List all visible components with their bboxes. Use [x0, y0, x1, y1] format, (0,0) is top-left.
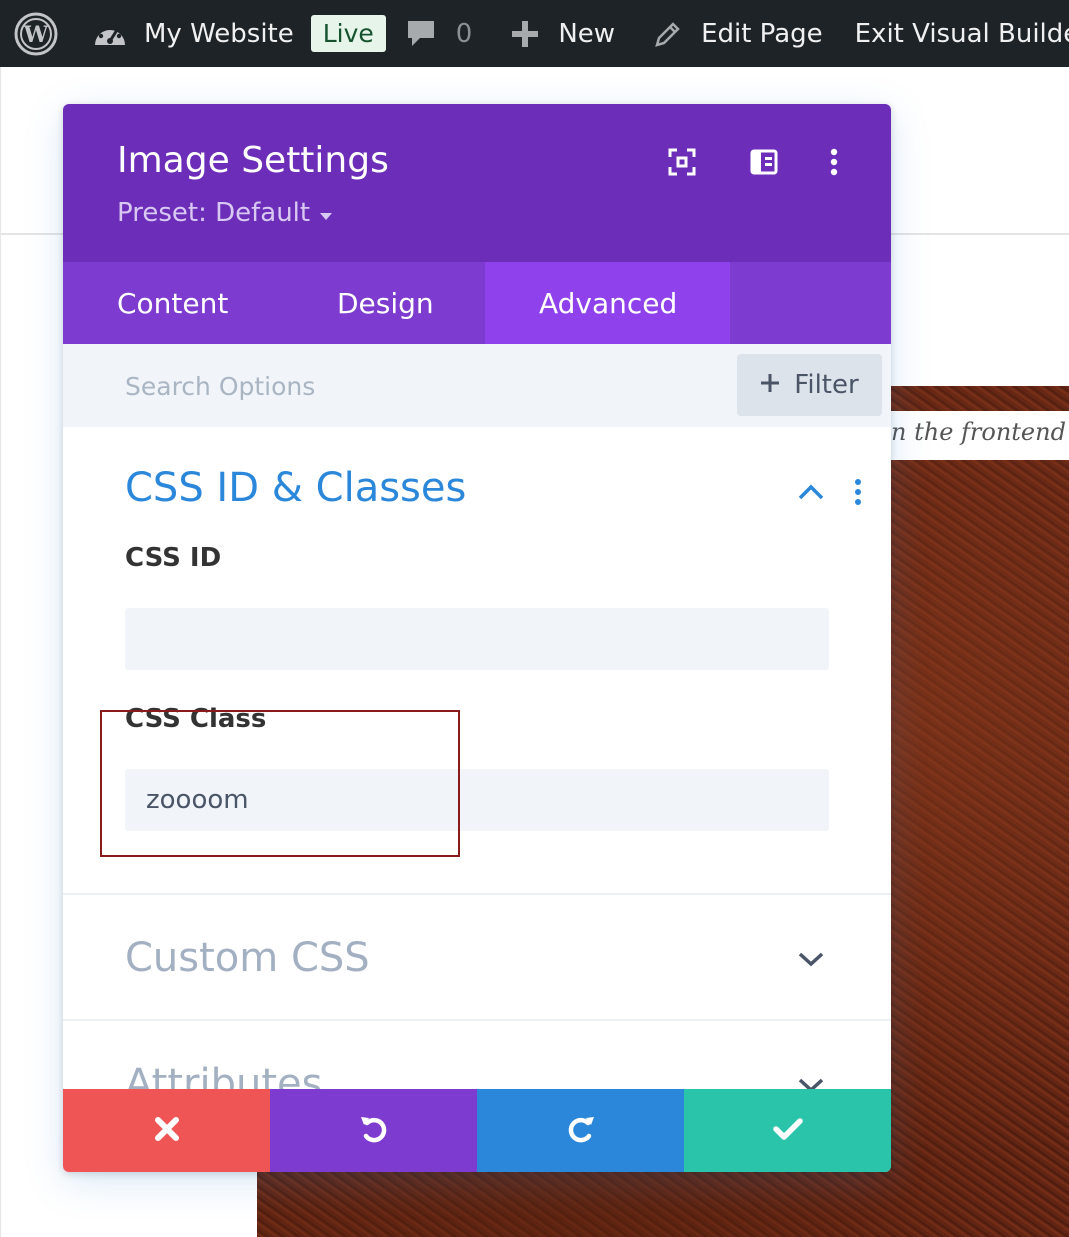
search-bar: Filter: [63, 344, 891, 427]
modal-header: Image Settings Preset: Default: [63, 104, 891, 262]
css-class-input[interactable]: [125, 769, 829, 831]
focus-mode-button[interactable]: [662, 144, 702, 184]
expand-custom-css-button[interactable]: [791, 941, 831, 981]
edit-page-button[interactable]: Edit Page: [653, 0, 823, 67]
save-button[interactable]: [684, 1089, 891, 1172]
page-edge: [0, 67, 1, 1237]
tab-design-label: Design: [337, 286, 434, 320]
collapse-css-section-button[interactable]: [791, 474, 831, 514]
tab-content-label: Content: [117, 286, 229, 320]
edit-page-label: Edit Page: [701, 18, 823, 49]
exit-visual-builder-label: Exit Visual Builder: [854, 18, 1069, 49]
redo-button[interactable]: [477, 1089, 684, 1172]
modal-footer: [63, 1089, 891, 1172]
css-class-label: CSS Class: [125, 704, 267, 734]
new-content-button[interactable]: New: [510, 0, 615, 67]
settings-tabs: Content Design Advanced: [63, 262, 891, 344]
comments-link[interactable]: 0: [406, 0, 473, 67]
custom-css-title: Custom CSS: [125, 935, 370, 981]
redo-icon: [565, 1113, 597, 1149]
plus-icon: [760, 370, 780, 400]
tab-advanced[interactable]: Advanced: [485, 262, 730, 344]
focus-icon: [668, 148, 696, 180]
css-id-label: CSS ID: [125, 543, 222, 573]
image-caption-text: n the frontend: [891, 418, 1066, 446]
vertical-dots-icon: [854, 478, 862, 510]
dashboard-icon: [92, 19, 128, 49]
chevron-down-icon: [798, 951, 824, 971]
wordpress-logo-button[interactable]: W: [14, 0, 58, 67]
filter-label: Filter: [794, 370, 859, 400]
plus-icon: [510, 19, 540, 49]
caret-down-icon: [320, 198, 333, 228]
live-badge: Live: [310, 15, 386, 52]
discard-button[interactable]: [63, 1089, 270, 1172]
site-name-link[interactable]: My Website Live: [92, 0, 386, 67]
admin-bar: W My Website Live 0 New Edit Page Exit V…: [0, 0, 1069, 67]
search-options-input[interactable]: [113, 360, 693, 412]
undo-icon: [358, 1113, 390, 1149]
modal-title: Image Settings: [117, 140, 389, 181]
css-section-title[interactable]: CSS ID & Classes: [125, 465, 466, 511]
comment-bubble-icon: [406, 18, 436, 50]
css-id-input[interactable]: [125, 608, 829, 670]
css-section-menu-button[interactable]: [838, 474, 878, 514]
close-icon: [154, 1116, 180, 1146]
sidebar-layout-icon: [750, 149, 778, 179]
new-label: New: [558, 18, 616, 49]
tab-advanced-label: Advanced: [539, 286, 678, 320]
preset-dropdown[interactable]: Preset: Default: [117, 198, 333, 228]
wordpress-logo-icon: W: [14, 12, 58, 56]
exit-visual-builder-button[interactable]: Exit Visual Builder: [855, 0, 1069, 67]
comments-count: 0: [455, 18, 473, 49]
css-id-classes-section: CSS ID & Classes CSS ID CSS Class: [63, 427, 891, 895]
chevron-up-icon: [798, 484, 824, 504]
split-view-button[interactable]: [744, 144, 784, 184]
site-name-label: My Website: [144, 18, 294, 49]
vertical-dots-icon: [830, 148, 838, 180]
modal-menu-button[interactable]: [814, 144, 854, 184]
undo-button[interactable]: [270, 1089, 477, 1172]
preset-label: Preset: Default: [117, 198, 311, 228]
image-settings-modal: Image Settings Preset: Default Content D…: [63, 104, 891, 1172]
tab-content[interactable]: Content: [63, 262, 302, 344]
pencil-icon: [653, 19, 683, 49]
tab-design[interactable]: Design: [302, 262, 485, 344]
checkmark-icon: [772, 1117, 803, 1145]
svg-text:W: W: [23, 22, 49, 48]
filter-button[interactable]: Filter: [737, 354, 882, 416]
custom-css-section[interactable]: Custom CSS: [63, 893, 891, 1020]
